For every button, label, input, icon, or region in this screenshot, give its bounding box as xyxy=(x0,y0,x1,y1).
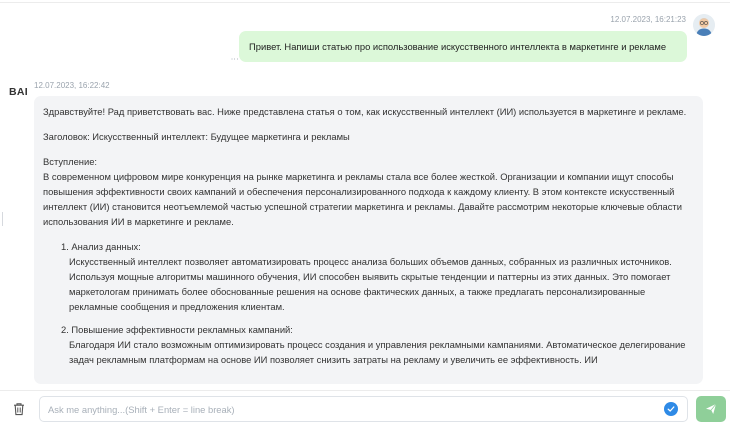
bot-message-list: 1. Анализ данных: Искусственный интеллек… xyxy=(43,239,693,367)
send-button[interactable] xyxy=(696,396,726,422)
user-message-timestamp: 12.07.2023, 16:21:23 xyxy=(610,15,686,24)
section-title: Вступление: xyxy=(43,156,98,167)
list-item-title: 1. Анализ данных: xyxy=(61,241,141,252)
user-message-text: Привет. Напиши статью про использование … xyxy=(249,41,667,52)
scroll-handle[interactable] xyxy=(0,212,3,226)
list-item: 2. Повышение эффективности рекламных кам… xyxy=(61,322,693,367)
send-icon xyxy=(706,403,717,414)
trash-icon[interactable] xyxy=(12,402,26,416)
message-options-icon[interactable]: ⋮ xyxy=(230,55,239,63)
top-divider xyxy=(0,2,730,3)
bot-message-bubble: Здравствуйте! Рад приветствовать вас. Ни… xyxy=(34,96,703,384)
chat-input-box[interactable] xyxy=(39,396,688,422)
bot-message-timestamp: 12.07.2023, 16:22:42 xyxy=(34,81,110,90)
bot-message-section: Вступление: В современном цифровом мире … xyxy=(43,154,693,229)
bot-logo: BAI xyxy=(9,86,28,98)
check-icon[interactable] xyxy=(664,402,678,416)
list-item: 1. Анализ данных: Искусственный интеллек… xyxy=(61,239,693,314)
bot-message-intro: Здравствуйте! Рад приветствовать вас. Ни… xyxy=(43,106,687,117)
user-avatar xyxy=(693,14,715,36)
list-item-title: 2. Повышение эффективности рекламных кам… xyxy=(61,324,293,335)
user-message-bubble: Привет. Напиши статью про использование … xyxy=(239,31,687,62)
section-text: В современном цифровом мире конкуренция … xyxy=(43,171,682,227)
list-item-text: Искусственный интеллект позволяет автома… xyxy=(69,256,672,312)
bot-message-heading: Заголовок: Искусственный интеллект: Буду… xyxy=(43,131,350,142)
chat-input[interactable] xyxy=(48,397,648,421)
composer-divider xyxy=(0,390,730,391)
list-item-text: Благодаря ИИ стало возможным оптимизиров… xyxy=(69,339,686,365)
